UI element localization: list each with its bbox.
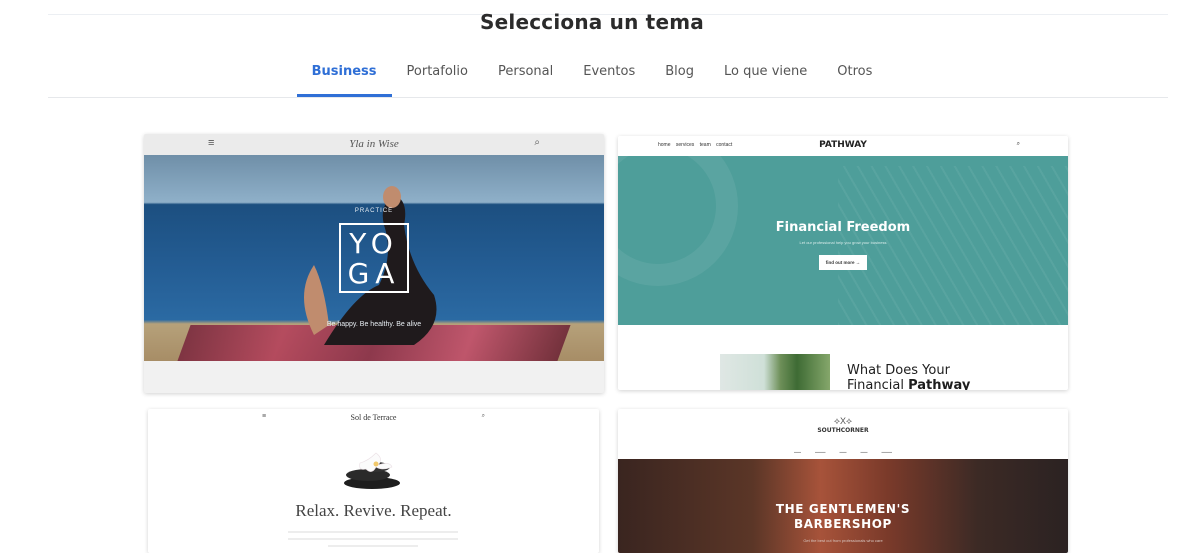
theme-card-southcorner[interactable]: ⟡X⟡ SOUTHCORNER ▬▬ ▬▬▬ ▬▬ ▬▬ ▬▬▬ THE GENTLEM… [618,409,1068,553]
section-heading-emphasis: Pathway [908,378,971,390]
hero-title: Financial Freedom [775,220,911,235]
page-title: Selecciona un tema [480,10,704,34]
tab-portafolio[interactable]: Portafolio [392,62,483,97]
theme-card-yoga[interactable]: ≡ Yla in Wise ⌕ PRACTICE YO GA Be happy.… [144,134,604,393]
theme-card-sol-de-terrace[interactable]: ≡ Sol de Terrace ⌕ Relax. Revive. Repeat… [148,409,599,553]
search-icon: ⌕ [1016,141,1020,147]
theme-logo-text: SOUTHCORNER [817,427,869,434]
category-tabs: Business Portafolio Personal Eventos Blo… [0,62,1184,97]
tab-blog[interactable]: Blog [650,62,709,97]
theme-preview-hero: Financial Freedom Let our professional h… [618,156,1068,325]
hero-subtitle: Get the best cut from professionals who … [803,538,883,543]
hero-title-line1: THE GENTLEMEN'S [775,502,911,516]
hero-subtitle: Be happy. Be healthy. Be alive [326,321,422,328]
section-heading-line1: What Does Your [847,363,950,378]
spa-stones-image [344,452,400,489]
section-image [720,354,830,390]
hero-pattern [838,166,1068,325]
theme-preview-nav: ≡ Yla in Wise ⌕ [144,134,604,155]
search-icon: ⌕ [481,413,485,419]
hero-eyebrow: PRACTICE [354,208,394,214]
theme-preview-nav: ≡ Sol de Terrace ⌕ [148,409,599,429]
hero-title: YO GA [339,223,409,293]
hero-subtitle: Let our professional help you grow your … [799,240,887,245]
hero-headline: Relax. Revive. Repeat. [295,501,452,520]
theme-logo: Sol de Terrace [350,413,397,422]
theme-preview-nav: ▬▬ ▬▬▬ ▬▬ ▬▬ ▬▬▬ [794,450,892,454]
scissors-icon: ⟡X⟡ [834,416,852,426]
tab-business[interactable]: Business [296,62,392,97]
hero-title: THE GENTLEMEN'S BARBERSHOP [618,502,1068,532]
tab-personal[interactable]: Personal [483,62,568,97]
tabs-divider [48,97,1168,98]
theme-preview-nav: home services team contact PATHWAY ⌕ [618,136,1068,156]
theme-preview-hero: THE GENTLEMEN'S BARBERSHOP Get the best … [618,459,1068,553]
tab-eventos[interactable]: Eventos [568,62,650,97]
search-icon: ⌕ [534,137,540,148]
theme-logo: ⟡X⟡ SOUTHCORNER [618,416,1068,434]
tab-lo-que-viene[interactable]: Lo que viene [709,62,822,97]
text-placeholder [288,531,458,533]
text-placeholder [328,545,418,547]
hero-title-line2: BARBERSHOP [794,517,892,531]
section-heading: What Does Your Financial Pathway [847,363,970,390]
theme-card-pathway[interactable]: home services team contact PATHWAY ⌕ Fin… [618,136,1068,390]
theme-logo: PATHWAY [819,140,867,150]
find-out-more-button: find out more → [819,255,867,270]
theme-preview-hero: PRACTICE YO GA Be happy. Be healthy. Be … [144,155,604,361]
section-heading-line2: Financial [847,378,909,390]
tab-otros[interactable]: Otros [822,62,887,97]
text-placeholder [288,538,458,540]
